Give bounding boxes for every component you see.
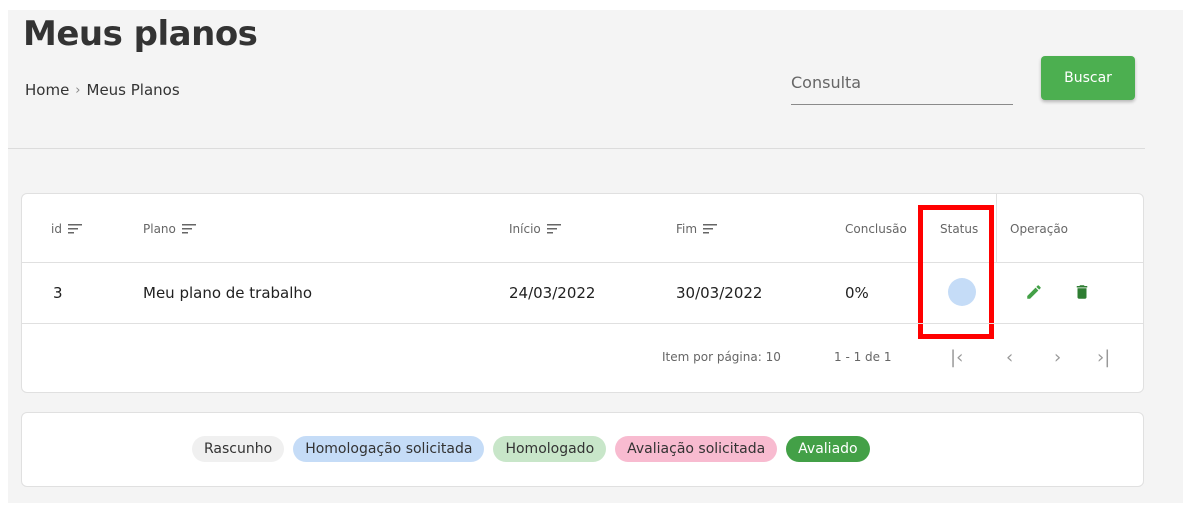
cell-inicio: 24/03/2022	[509, 284, 596, 302]
previous-page-icon[interactable]: ‹	[1006, 347, 1013, 368]
cell-id: 3	[53, 284, 63, 302]
search-field	[791, 67, 1013, 105]
breadcrumb-current: Meus Planos	[86, 81, 180, 99]
cell-plano: Meu plano de trabalho	[143, 284, 313, 302]
search-input[interactable]	[791, 69, 1013, 96]
page-container: Meus planos Home › Meus Planos Buscar id…	[8, 10, 1183, 503]
legend-chips: Rascunho Homologação solicitada Homologa…	[192, 436, 870, 462]
column-header-conclusao: Conclusão	[845, 222, 907, 236]
legend-chip-avaliacao-solicitada: Avaliação solicitada	[615, 436, 778, 462]
trash-icon[interactable]	[1073, 282, 1091, 302]
column-header-plano[interactable]: Plano	[143, 222, 196, 236]
first-page-icon[interactable]: |‹	[950, 347, 963, 368]
sort-icon	[703, 224, 718, 234]
chevron-right-icon: ›	[75, 82, 81, 98]
status-legend: Rascunho Homologação solicitada Homologa…	[21, 412, 1144, 487]
status-highlight-box	[918, 205, 994, 339]
items-per-page[interactable]: Item por página: 10	[662, 350, 781, 364]
page-title: Meus planos	[23, 14, 258, 54]
breadcrumb-home[interactable]: Home	[25, 81, 69, 99]
sort-icon	[546, 224, 561, 234]
cell-fim: 30/03/2022	[676, 284, 763, 302]
sort-icon	[67, 224, 82, 234]
sort-icon	[181, 224, 196, 234]
legend-chip-avaliado: Avaliado	[786, 436, 870, 462]
legend-chip-homologado: Homologado	[493, 436, 607, 462]
last-page-icon[interactable]: ›|	[1097, 347, 1110, 368]
divider	[8, 148, 1145, 149]
column-header-id[interactable]: id	[51, 222, 82, 236]
cell-conclusao: 0%	[845, 284, 869, 302]
row-divider	[22, 323, 1143, 324]
column-header-fim[interactable]: Fim	[676, 222, 718, 236]
column-header-operacao: Operação	[1010, 222, 1069, 236]
page-range: 1 - 1 de 1	[834, 350, 892, 364]
legend-chip-rascunho: Rascunho	[192, 436, 285, 462]
column-divider	[996, 194, 997, 262]
edit-icon[interactable]	[1025, 283, 1043, 301]
next-page-icon[interactable]: ›	[1054, 347, 1061, 368]
column-header-inicio[interactable]: Início	[509, 222, 561, 236]
breadcrumb: Home › Meus Planos	[25, 81, 180, 99]
search-button[interactable]: Buscar	[1041, 56, 1135, 100]
plans-table: id Plano Início Fim Conclusão Status Ope…	[21, 193, 1144, 393]
legend-chip-homologacao-solicitada: Homologação solicitada	[293, 436, 485, 462]
